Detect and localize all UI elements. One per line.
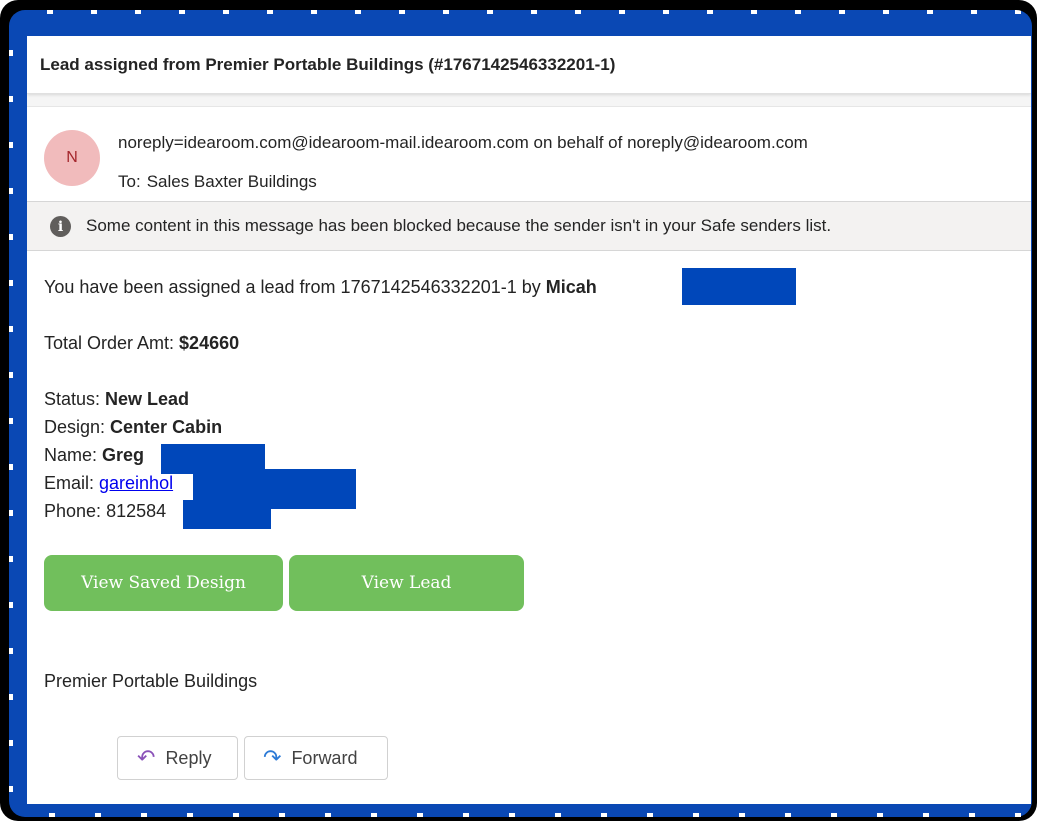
assigned-by: Micah: [545, 277, 597, 297]
status-value: New Lead: [105, 389, 190, 409]
email-subject: Lead assigned from Premier Portable Buil…: [40, 54, 616, 74]
name-value: Greg: [102, 445, 145, 465]
reply-label: Reply: [165, 747, 212, 768]
name-label: Name:: [44, 445, 103, 465]
redaction-box: [183, 500, 271, 529]
forward-button[interactable]: ↷ Forward: [244, 736, 388, 780]
total-label: Total Order Amt:: [44, 333, 180, 353]
signature: Premier Portable Buildings: [44, 671, 258, 691]
sender-avatar[interactable]: N: [44, 130, 100, 186]
blocked-content-text: Some content in this message has been bl…: [86, 216, 832, 235]
status-label: Status:: [44, 389, 106, 409]
phone-line: Phone: 812584: [44, 501, 166, 522]
border-dashes-left: [9, 10, 13, 817]
name-line: Name: Greg: [44, 445, 144, 466]
assigned-prefix: You have been assigned a lead from 17671…: [44, 277, 546, 297]
phone-label: Phone:: [44, 501, 107, 521]
phone-value: 812584: [106, 501, 167, 521]
status-line: Status: New Lead: [44, 389, 189, 410]
reply-button[interactable]: ↶ Reply: [117, 736, 238, 780]
total-value: $24660: [179, 333, 240, 353]
design-value: Center Cabin: [110, 417, 223, 437]
reading-pane: Lead assigned from Premier Portable Buil…: [27, 36, 1031, 804]
info-icon: i: [50, 216, 71, 237]
recipient-line: To: Sales Baxter Buildings: [118, 172, 317, 192]
avatar-initial: N: [66, 149, 78, 166]
subject-bar: Lead assigned from Premier Portable Buil…: [27, 36, 1031, 94]
message-card: N noreply=idearoom.com@idearoom-mail.ide…: [27, 106, 1031, 804]
view-saved-design-button[interactable]: View Saved Design: [44, 555, 283, 611]
email-line: Email: gareinhol: [44, 473, 173, 494]
recipient-name[interactable]: Sales Baxter Buildings: [147, 172, 317, 191]
design-line: Design: Center Cabin: [44, 417, 222, 438]
view-lead-button[interactable]: View Lead: [289, 555, 524, 611]
border-dashes-bottom: [9, 813, 1032, 817]
redaction-box: [682, 268, 796, 305]
forward-label: Forward: [291, 747, 358, 768]
design-label: Design:: [44, 417, 111, 437]
sender-from[interactable]: noreply=idearoom.com@idearoom-mail.idear…: [118, 133, 808, 153]
reply-arrow-icon: ↶: [137, 745, 156, 770]
email-link[interactable]: gareinhol: [99, 473, 173, 493]
forward-arrow-icon: ↷: [263, 745, 282, 770]
to-label: To:: [118, 172, 141, 191]
total-order-line: Total Order Amt: $24660: [44, 333, 239, 354]
assigned-line: You have been assigned a lead from 17671…: [44, 277, 597, 298]
email-label: Email:: [44, 473, 100, 493]
message-header: N noreply=idearoom.com@idearoom-mail.ide…: [27, 107, 1031, 201]
blocked-content-banner: i Some content in this message has been …: [27, 201, 1031, 251]
